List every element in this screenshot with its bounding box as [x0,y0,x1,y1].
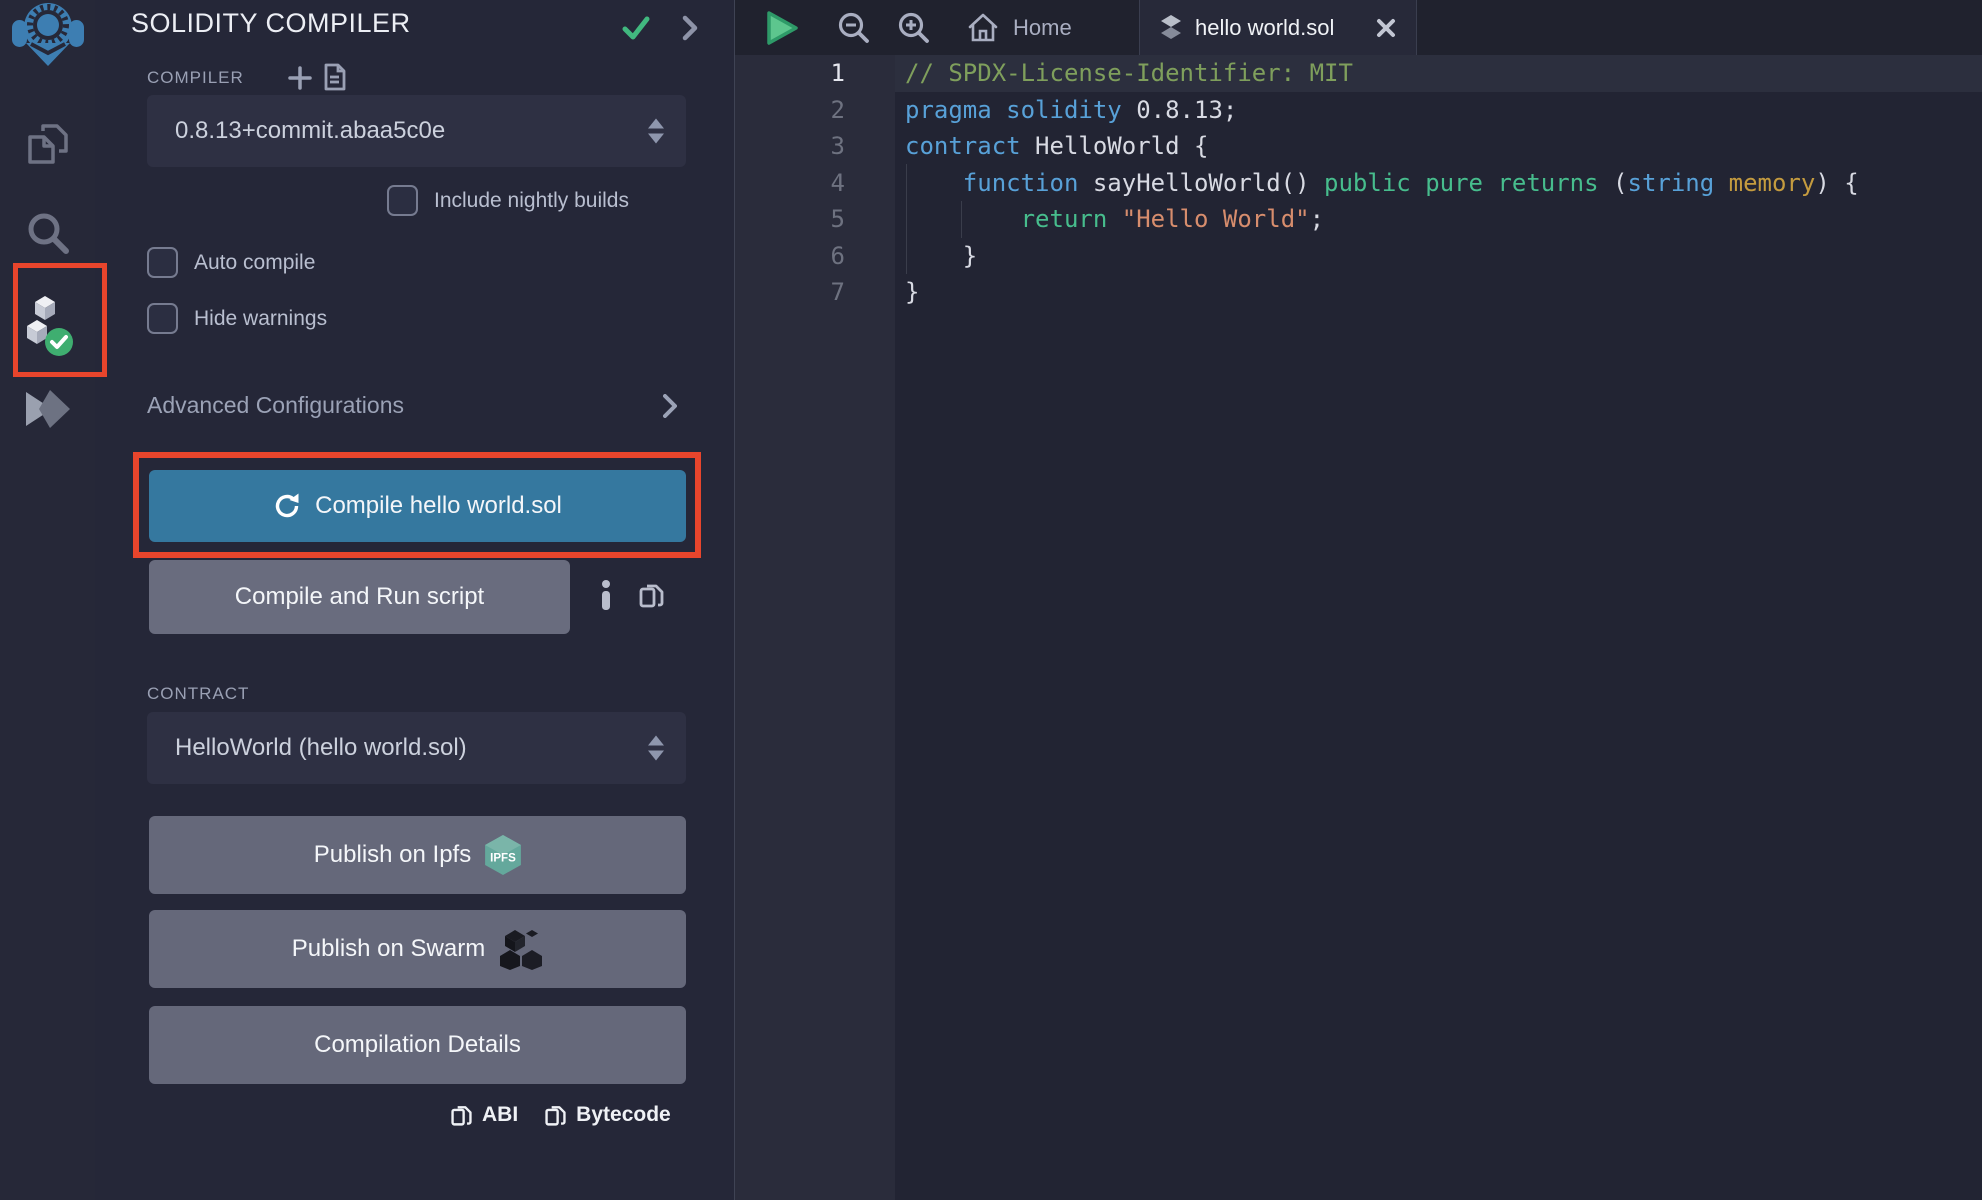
sidebar-item-solidity-compiler[interactable] [0,292,95,358]
contract-select-value: HelloWorld (hello world.sol) [175,712,467,784]
compile-success-badge [45,328,73,356]
refresh-icon [273,492,301,520]
select-caret-icon [648,119,664,144]
zoom-out-button[interactable] [837,0,871,55]
publish-swarm-label: Publish on Swarm [292,935,485,963]
code-line: return "Hello World"; [895,201,1982,238]
nightly-builds-checkbox[interactable] [387,185,418,216]
compile-and-run-button[interactable]: Compile and Run script [149,560,570,634]
sidebar-item-file-explorer[interactable] [0,118,95,168]
hide-warnings-label: Hide warnings [194,307,327,331]
add-compiler-icon[interactable] [288,66,312,95]
line-number: 5 [735,201,895,238]
tab-hello-world-sol[interactable]: hello world.sol [1139,0,1417,55]
compiler-version-value: 0.8.13+commit.abaa5c0e [175,95,445,167]
compilation-details-button[interactable]: Compilation Details [149,1006,686,1084]
home-icon [967,12,999,44]
advanced-configurations-label: Advanced Configurations [147,392,404,419]
abi-bytecode-row: ABI Bytecode [450,1102,671,1128]
line-number: 3 [735,128,895,165]
code-line: function sayHelloWorld() public pure ret… [895,165,1982,202]
zoom-in-button[interactable] [897,0,931,55]
abi-label: ABI [482,1103,518,1127]
compiler-section-label: COMPILER [147,68,244,88]
remix-ide-window: SOLIDITY COMPILER COMPILER 0.8.13+commit… [0,0,1982,1200]
compiler-version-select[interactable]: 0.8.13+commit.abaa5c0e [147,95,686,167]
compile-button[interactable]: Compile hello world.sol [149,470,686,542]
copy-icon [450,1102,473,1128]
solidity-compiler-icon [21,292,75,358]
copy-abi-button[interactable]: ABI [450,1102,518,1128]
remix-logo-icon [11,2,85,66]
compilation-details-label: Compilation Details [314,1031,521,1059]
run-script-button[interactable] [765,0,799,55]
tab-hello-world-label: hello world.sol [1195,15,1334,41]
code-line: pragma solidity 0.8.13; [895,92,1982,129]
indent-guide [961,201,962,238]
panel-title: SOLIDITY COMPILER [131,8,411,39]
editor-tabbar: Home hello world.sol [735,0,1982,55]
contract-select[interactable]: HelloWorld (hello world.sol) [147,712,686,784]
sidebar-item-search[interactable] [0,210,95,256]
solidity-compiler-panel: SOLIDITY COMPILER COMPILER 0.8.13+commit… [95,0,735,1200]
bytecode-label: Bytecode [576,1103,671,1127]
publish-swarm-button[interactable]: Publish on Swarm [149,910,686,988]
copy-script-icon[interactable] [638,580,665,615]
auto-compile-row: Auto compile [147,247,315,278]
compile-and-run-label: Compile and Run script [235,583,484,611]
close-tab-icon[interactable] [1376,18,1396,38]
copy-icon [544,1102,567,1128]
solidity-file-icon [1160,15,1182,41]
copy-bytecode-button[interactable]: Bytecode [544,1102,671,1128]
ipfs-icon: IPFS [485,835,521,875]
info-icon[interactable] [600,580,612,615]
code-lines[interactable]: // SPDX-License-Identifier: MITpragma so… [895,55,1982,1200]
zoom-out-icon [837,11,871,45]
play-icon [765,10,799,46]
sidebar-item-deploy-and-run[interactable] [0,388,95,430]
chevron-right-icon [663,394,677,418]
line-number: 1 [735,55,895,92]
indent-guide [906,164,907,274]
auto-compile-checkbox[interactable] [147,247,178,278]
hide-warnings-row: Hide warnings [147,303,327,334]
file-explorer-icon [24,118,72,168]
search-icon [25,210,71,256]
advanced-configurations-toggle[interactable]: Advanced Configurations [147,392,677,419]
remix-logo[interactable] [0,2,95,66]
line-number: 2 [735,92,895,129]
tab-home-label: Home [1013,15,1072,41]
icon-sidebar [0,0,96,1200]
auto-compile-label: Auto compile [194,251,315,275]
contract-section-label: CONTRACT [147,684,249,704]
gutter: 1234567 [735,55,895,1200]
select-caret-icon [648,736,664,761]
hide-warnings-checkbox[interactable] [147,303,178,334]
code-line: } [895,238,1982,275]
swarm-icon [499,928,543,970]
code-line: contract HelloWorld { [895,128,1982,165]
line-number: 4 [735,165,895,202]
line-number: 6 [735,238,895,275]
tab-home[interactable]: Home [949,0,1090,55]
compile-success-check-icon [622,16,650,45]
code-line: } [895,274,1982,311]
open-file-icon[interactable] [323,63,346,96]
editor-area: Home hello world.sol 1234567 // SPDX-Lic… [735,0,1982,1200]
ipfs-badge-label: IPFS [490,852,516,864]
line-number: 7 [735,274,895,311]
panel-collapse-chevron-icon[interactable] [682,15,698,46]
code-line: // SPDX-License-Identifier: MIT [895,55,1982,92]
publish-ipfs-button[interactable]: Publish on Ipfs IPFS [149,816,686,894]
zoom-in-icon [897,11,931,45]
deploy-and-run-icon [25,388,71,430]
nightly-builds-row: Include nightly builds [387,185,629,216]
publish-ipfs-label: Publish on Ipfs [314,841,471,869]
nightly-builds-label: Include nightly builds [434,189,629,213]
compile-button-label: Compile hello world.sol [315,492,562,520]
